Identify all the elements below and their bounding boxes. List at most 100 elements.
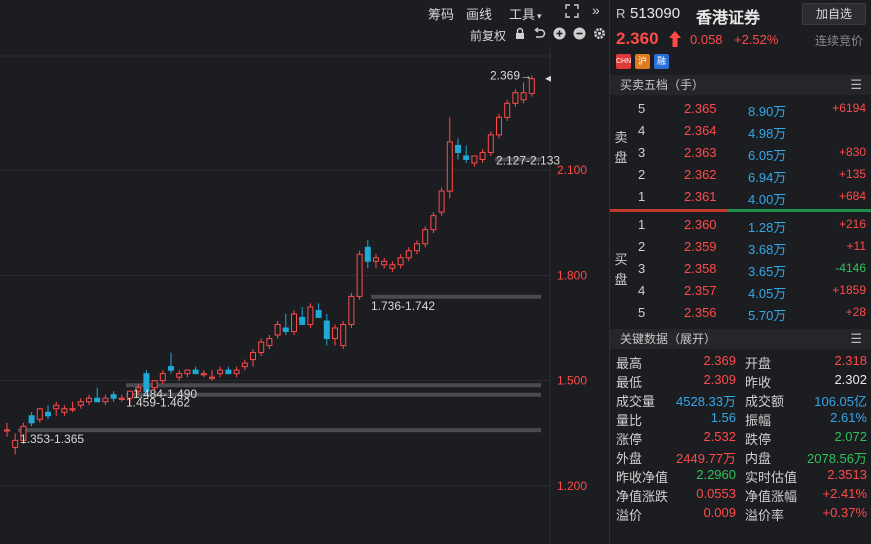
key-data-label: 净值涨跌 [616,489,669,504]
order-price: 2.356 [684,305,717,320]
order-price: 2.359 [684,239,717,254]
key-data-label: 涨停 [616,432,643,447]
orderbook-header[interactable]: 买卖五档（手） ☰ [610,75,871,95]
sell-order-row[interactable]: 4 2.364 4.98万 [610,120,871,142]
order-delta: +684 [838,189,866,203]
candle [479,148,486,163]
key-data-value: 2.369 [703,353,736,368]
zoom-in-icon[interactable] [552,27,566,41]
order-level: 2 [638,167,646,182]
candle [340,320,347,350]
key-data-row: 净值涨跌 0.0553 净值涨幅 +2.41% [610,485,871,504]
key-data-row: 最高 2.369 开盘 2.318 [610,352,871,371]
keydata-header[interactable]: 关键数据（展开） ☰ [610,329,871,349]
candle [266,335,273,350]
key-data-label: 量比 [616,413,643,428]
menu-icon[interactable]: ☰ [850,75,862,95]
order-delta: +830 [838,145,866,159]
sell-order-row[interactable]: 3 2.363 6.05万 +830 [610,142,871,164]
order-volume: 5.70万 [748,308,787,323]
key-data-label: 最高 [616,356,643,371]
candle [438,187,445,216]
candle [315,303,322,318]
candle [110,391,117,402]
candle [471,155,478,167]
candle [61,405,68,416]
quote-panel: R 513090 香港证券 加自选 2.360 0.058 +2.52% 连续竞… [609,0,871,544]
caret-down-icon: ▾ [537,11,542,21]
last-price: 2.360 [616,29,659,48]
candle [225,366,232,375]
candle [389,261,396,272]
buy-sell-ratio-bar [610,209,871,212]
tools-menu-button[interactable]: 工具 ▾ [509,4,542,23]
sell-order-row[interactable]: 5 2.365 8.90万 +6194 [610,98,871,120]
key-data-value: 1.56 [710,410,736,425]
candle [94,387,101,403]
order-volume: 4.98万 [748,126,787,141]
key-data-value: 4528.33万 [676,394,736,409]
candle [12,433,19,455]
candle [28,412,35,427]
order-price: 2.362 [684,167,717,182]
key-data-value: +2.41% [822,486,867,501]
key-data-label: 内盘 [745,451,772,466]
key-data-label: 跌停 [745,432,772,447]
price-adjust-selector[interactable]: 前复权 [470,27,506,44]
order-volume: 3.68万 [748,242,787,257]
candle [250,349,256,367]
key-data-value: 106.05亿 [814,394,867,409]
chips-button[interactable]: 筹码 [428,4,454,23]
candle [512,89,519,107]
undo-icon[interactable] [532,27,546,41]
candle [348,292,355,328]
candle [496,113,502,139]
order-delta: +6194 [832,101,866,115]
price-annotation: 2.369→ [490,69,532,83]
buy-order-row[interactable]: 2 2.359 3.68万 +11 [610,236,871,258]
candle [291,310,297,336]
key-data-row: 最低 2.309 昨收 2.302 [610,371,871,390]
sell-order-row[interactable]: 2 2.362 6.94万 +135 [610,164,871,186]
zoom-out-icon[interactable] [572,27,586,41]
order-level: 1 [638,217,646,232]
candle [184,369,191,378]
price-change-pct: +2.52% [734,32,779,47]
buy-order-row[interactable]: 5 2.356 5.70万 +28 [610,302,871,324]
candle [86,394,92,406]
expand-icon[interactable] [564,3,580,22]
quote-header: R 513090 香港证券 加自选 2.360 0.058 +2.52% 连续竞… [610,0,871,50]
key-data-row: 昨收净值 2.2960 实时估值 2.3513 [610,466,871,485]
tag-shanghai[interactable]: 沪 [635,54,650,69]
order-level: 1 [638,189,646,204]
gear-icon[interactable] [592,27,606,41]
kline-chart-pane: 筹码 画线 工具 ▾ » 前复权 2.100 1.800 1.500 1.200… [0,0,608,544]
key-data-value: 2.532 [703,429,736,444]
price-annotation: 2.127-2.133 [496,153,560,167]
lock-icon[interactable] [513,27,527,41]
double-chevron-right-icon[interactable]: » [592,2,600,18]
key-data-row: 溢价 0.009 溢价率 +0.37% [610,504,871,523]
kline-chart[interactable]: 2.100 1.800 1.500 1.200 2.369→ 2.127-2.133 1.7… [0,46,608,544]
key-data-row: 外盘 2449.77万 内盘 2078.56万 [610,447,871,466]
key-data-value: 2449.77万 [676,451,736,466]
candle [446,117,453,199]
buy-order-row[interactable]: 1 2.360 1.28万 +216 [610,214,871,236]
candle [168,352,174,374]
candle [422,226,429,248]
tag-margin[interactable]: 融 [654,54,669,69]
stock-name: 香港证券 [696,10,761,27]
menu-icon[interactable]: ☰ [850,329,862,349]
order-delta: +216 [838,217,866,231]
candle [53,401,60,416]
add-watchlist-button[interactable]: 加自选 [802,3,866,25]
buy-order-row[interactable]: 3 2.358 3.65万 -4146 [610,258,871,280]
price-axis-label: 2.100 [557,163,587,177]
candle [45,405,51,420]
tag-chn[interactable]: CHN [616,54,631,69]
draw-lines-button[interactable]: 画线 [466,4,492,23]
sell-order-row[interactable]: 1 2.361 4.00万 +684 [610,186,871,208]
candle [504,99,511,121]
price-axis-label: 1.200 [557,479,587,493]
buy-order-row[interactable]: 4 2.357 4.05万 +1859 [610,280,871,302]
